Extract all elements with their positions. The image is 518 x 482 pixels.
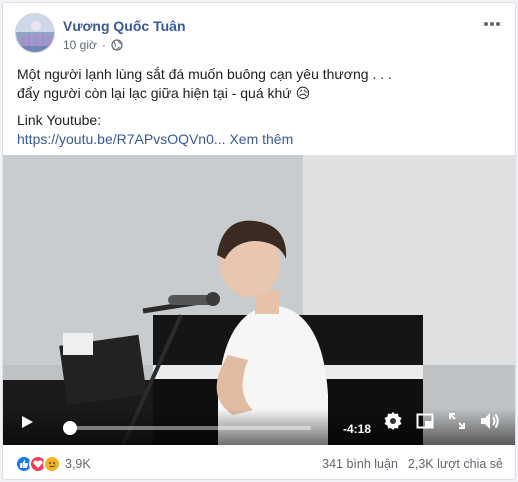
post-text-line: đẩy người còn lại lạc giữa hiện tại - qu… xyxy=(17,84,501,103)
post-stats: 341 bình luận 2,3K lượt chia sẻ xyxy=(322,457,503,471)
sad-face-icon xyxy=(43,455,61,473)
remaining-time: -4:18 xyxy=(343,422,372,436)
post-text-line2: đẩy người còn lại lạc giữa hiện tại - qu… xyxy=(17,85,292,101)
video-controls: -4:18 xyxy=(3,409,515,445)
post-footer: 3,9K 341 bình luận 2,3K lượt chia sẻ xyxy=(15,455,503,475)
gear-icon[interactable] xyxy=(383,411,403,436)
post-text-line: Một người lạnh lùng sắt đá muốn buông cạ… xyxy=(17,66,392,82)
post-text: Một người lạnh lùng sắt đá muốn buông cạ… xyxy=(17,65,501,149)
progress-knob[interactable] xyxy=(62,421,77,435)
play-icon[interactable] xyxy=(19,414,35,435)
post-meta: 10 giờ · xyxy=(63,38,123,52)
volume-icon[interactable] xyxy=(479,411,501,436)
more-dots-icon[interactable] xyxy=(481,15,503,33)
fullscreen-icon[interactable] xyxy=(448,412,466,435)
video-player[interactable]: -4:18 xyxy=(3,155,515,445)
progress-bar[interactable] xyxy=(62,421,311,435)
avatar[interactable] xyxy=(15,13,55,53)
comments-count[interactable]: 341 bình luận xyxy=(322,457,398,471)
reaction-count: 3,9K xyxy=(65,457,91,471)
dot-separator: · xyxy=(101,38,106,52)
post-time[interactable]: 10 giờ xyxy=(63,38,97,52)
globe-icon[interactable] xyxy=(111,39,123,51)
post-card: Vương Quốc Tuân 10 giờ · Một người lạnh … xyxy=(2,2,516,480)
see-more-link[interactable]: Xem thêm xyxy=(229,131,293,147)
link-line: https://youtu.be/R7APvsOQVn0... Xem thêm xyxy=(17,130,501,149)
post-header: Vương Quốc Tuân 10 giờ · xyxy=(15,13,503,57)
author-name[interactable]: Vương Quốc Tuân xyxy=(63,18,186,34)
reaction-summary[interactable]: 3,9K xyxy=(15,455,91,473)
shares-count[interactable]: 2,3K lượt chia sẻ xyxy=(408,457,503,471)
sad-emoji: 😥 xyxy=(295,85,311,101)
youtube-link[interactable]: https://youtu.be/R7APvsOQVn0... xyxy=(17,131,226,147)
miniplayer-icon[interactable] xyxy=(416,412,434,435)
link-label: Link Youtube: xyxy=(17,112,102,128)
video-frame xyxy=(3,155,515,445)
